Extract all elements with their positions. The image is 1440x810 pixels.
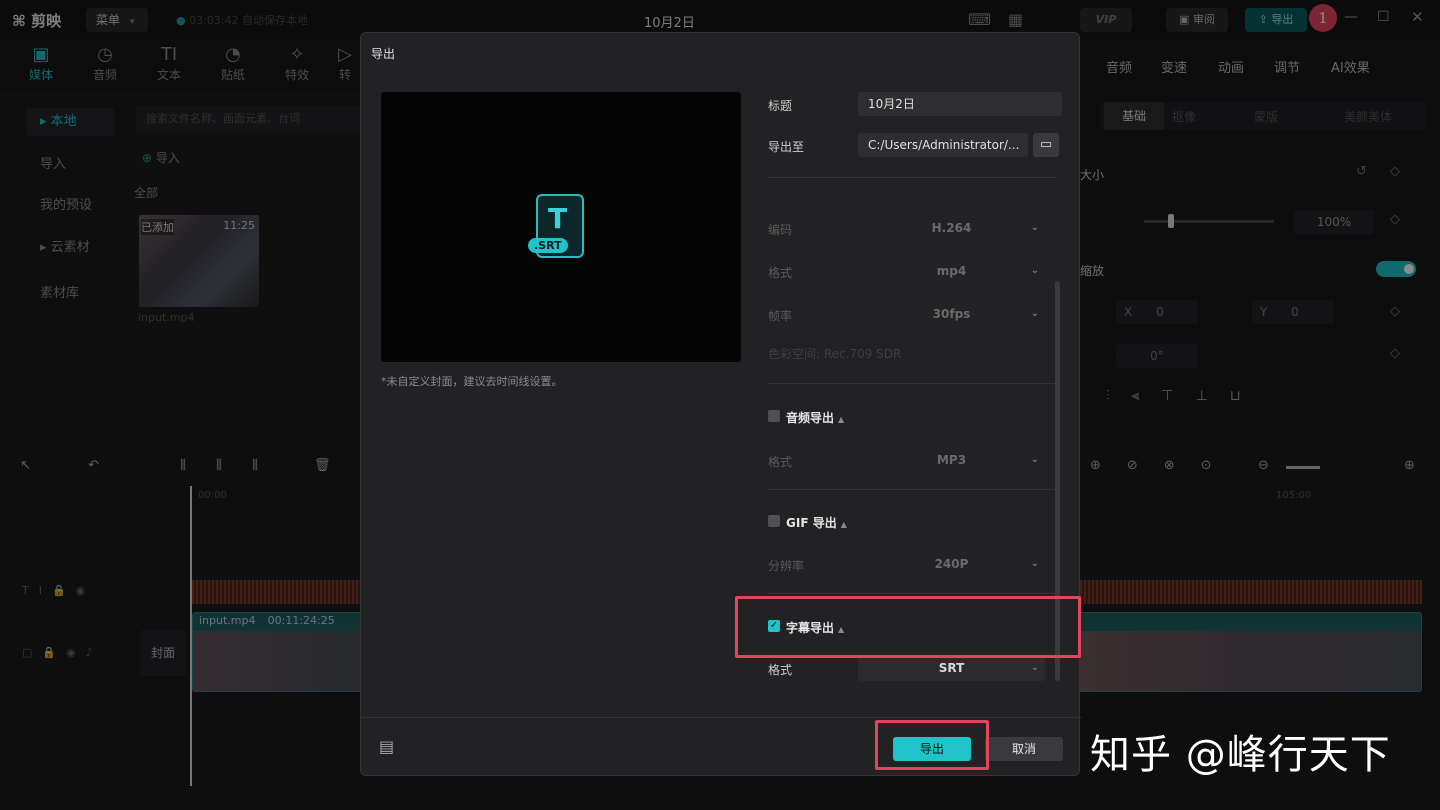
watermark: 知乎 @峰行天下: [1090, 732, 1391, 778]
folder-icon: ▭: [1039, 137, 1053, 152]
cover-note: *未自定义封面，建议去时间线设置。: [381, 375, 563, 388]
divider: [768, 593, 1056, 594]
filmstrip-icon[interactable]: ▤: [379, 737, 394, 756]
chevron-down-icon: ⌄: [1030, 662, 1039, 673]
folder-button[interactable]: ▭: [1033, 133, 1059, 157]
gif-res-label: 分辨率: [768, 559, 805, 573]
audio-format-select[interactable]: MP3 ⌄: [858, 447, 1045, 473]
srt-file-icon: T .SRT: [528, 194, 584, 258]
audio-format-label: 格式: [768, 455, 793, 469]
audio-export-title: 音频导出 ▲: [786, 409, 844, 426]
cancel-button-label: 取消: [1011, 742, 1036, 756]
export-preview: T .SRT: [381, 92, 741, 362]
audio-export-checkbox[interactable]: [768, 410, 780, 422]
audio-format-value: MP3: [936, 453, 967, 467]
title-value: 10月2日: [868, 97, 915, 111]
title-label: 标题: [768, 99, 793, 113]
codec-select[interactable]: H.264 ⌄: [858, 215, 1045, 241]
subtitle-format-value: SRT: [938, 661, 965, 675]
gif-export-label: GIF 导出: [786, 516, 837, 530]
highlight-subtitle-export: [735, 596, 1081, 658]
gif-res-value: 240P: [934, 557, 969, 571]
gif-res-select[interactable]: 240P ⌄: [858, 551, 1045, 577]
gif-export-checkbox[interactable]: [768, 515, 780, 527]
format-value: mp4: [936, 264, 967, 278]
export-path-input[interactable]: C:/Users/Administrator/...: [858, 133, 1028, 157]
srt-tag: .SRT: [528, 238, 568, 253]
srt-file-glyph: T: [548, 202, 568, 235]
chevron-down-icon: ⌄: [1030, 308, 1039, 319]
title-input[interactable]: 10月2日: [858, 92, 1062, 116]
chevron-up-icon[interactable]: ▲: [841, 520, 847, 529]
gif-export-title: GIF 导出 ▲: [786, 514, 847, 531]
format-label: 格式: [768, 266, 793, 280]
chevron-down-icon: ⌄: [1030, 222, 1039, 233]
dialog-title: 导出: [371, 47, 396, 61]
chevron-down-icon: ⌄: [1030, 265, 1039, 276]
codec-label: 编码: [768, 223, 793, 237]
divider: [768, 489, 1056, 490]
fps-label: 帧率: [768, 309, 793, 323]
divider: [768, 177, 1056, 178]
chevron-down-icon: ⌄: [1030, 454, 1039, 465]
codec-value: H.264: [931, 221, 972, 235]
color-space-text: 色彩空间: Rec.709 SDR: [768, 347, 902, 361]
audio-export-label: 音频导出: [786, 411, 835, 425]
fps-select[interactable]: 30fps ⌄: [858, 301, 1045, 327]
export-path-value: C:/Users/Administrator/...: [868, 138, 1020, 152]
export-dialog: 导出 T .SRT *未自定义封面，建议去时间线设置。 标题 10月2日 导出至…: [360, 32, 1081, 776]
fps-value: 30fps: [932, 307, 971, 321]
highlight-export-button: [875, 720, 989, 770]
cancel-button[interactable]: 取消: [985, 737, 1063, 761]
chevron-down-icon: ⌄: [1030, 558, 1039, 569]
subtitle-format-select[interactable]: SRT ⌄: [858, 655, 1045, 681]
dialog-footer-divider: [361, 717, 1081, 718]
subtitle-format-label: 格式: [768, 663, 793, 677]
export-to-label: 导出至: [768, 140, 805, 154]
chevron-up-icon[interactable]: ▲: [838, 415, 844, 424]
divider: [768, 383, 1056, 384]
format-select[interactable]: mp4 ⌄: [858, 258, 1045, 284]
